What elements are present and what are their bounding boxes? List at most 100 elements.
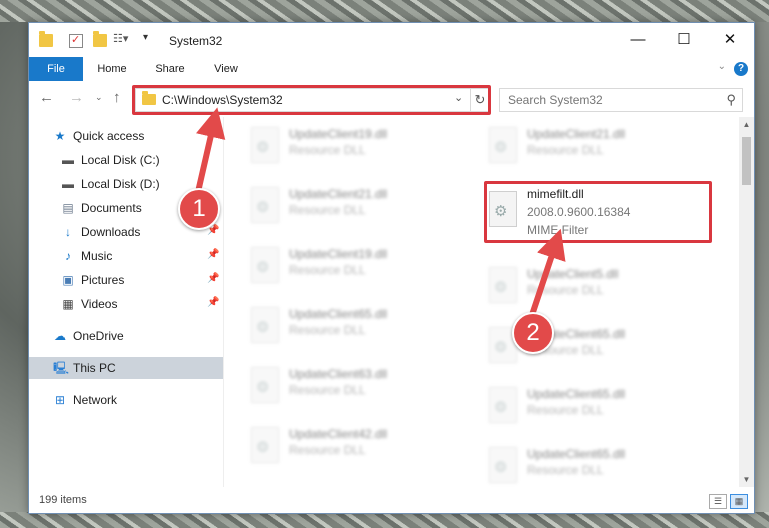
back-arrow-icon[interactable]: ← (39, 89, 54, 106)
tiles-view-icon[interactable]: ▦ (730, 494, 748, 509)
sidebar-item-videos[interactable]: ▦ Videos 📌 (29, 293, 223, 315)
chevron-down-icon[interactable]: ⌄ (454, 91, 463, 104)
sidebar-item-network[interactable]: ⊞ Network (29, 389, 223, 411)
sidebar-item-label: Local Disk (C:) (81, 153, 160, 167)
file-name: UpdateClient21.dll (289, 187, 388, 201)
close-button[interactable]: ✕ (707, 23, 753, 57)
computer-icon: 🖳 (53, 361, 70, 375)
search-input[interactable] (506, 92, 710, 108)
callout-2: 2 (512, 312, 554, 354)
file-name: UpdateClient19.dll (289, 127, 388, 141)
pictures-icon: ▣ (62, 273, 74, 287)
list-item[interactable]: UpdateClient19.dll Resource DLL (243, 123, 473, 171)
chevron-down-icon[interactable]: ▾ (143, 32, 157, 45)
close-icon: ✕ (723, 31, 737, 48)
dll-file-icon (251, 307, 279, 343)
scroll-down-icon[interactable]: ▼ (739, 472, 754, 487)
sidebar-item-label: Documents (81, 201, 142, 215)
star-icon: ★ (54, 129, 66, 143)
sidebar-item-pictures[interactable]: ▣ Pictures 📌 (29, 269, 223, 291)
explorer-window: ☷▾ ▾ System32 — ☐ ✕ File Home Share View… (28, 22, 755, 514)
address-bar[interactable]: C:\Windows\System32 ⌄ ↻ (135, 88, 489, 112)
file-name: UpdateClient5.dll (527, 267, 619, 281)
properties-icon[interactable] (69, 33, 83, 48)
new-folder-icon[interactable] (93, 31, 107, 47)
sidebar-item-label: This PC (73, 361, 116, 375)
file-type: Resource DLL (289, 323, 366, 337)
expand-ribbon-icon[interactable]: ⌄ (718, 61, 726, 72)
list-item[interactable]: UpdateClient65.dll Resource DLL (243, 303, 473, 351)
ribbon: File Home Share View ⌄ ? (29, 57, 754, 82)
details-view-icon[interactable]: ☰ (709, 494, 727, 509)
sidebar-item-onedrive[interactable]: ☁ OneDrive (29, 325, 223, 347)
refresh-icon[interactable]: ↻ (470, 89, 489, 111)
drive-icon: ▬ (62, 153, 74, 167)
pin-icon[interactable]: 📌 (207, 249, 219, 260)
file-type: Resource DLL (527, 143, 604, 157)
sidebar-item-quick-access[interactable]: ★ Quick access (29, 125, 223, 147)
callout-1: 1 (178, 188, 220, 230)
minimize-icon: — (630, 31, 646, 48)
file-type: Resource DLL (289, 263, 366, 277)
tab-file[interactable]: File (29, 57, 83, 81)
file-type: Resource DLL (289, 203, 366, 217)
list-item[interactable]: UpdateClient21.dll Resource DLL (481, 123, 711, 171)
sidebar-item-label: Network (73, 393, 118, 407)
help-icon[interactable]: ? (734, 62, 748, 76)
dll-file-icon (489, 191, 517, 227)
dll-file-icon (489, 127, 517, 163)
list-item[interactable]: UpdateClient65.dll Resource DLL (481, 443, 711, 487)
folder-icon (142, 91, 156, 105)
sidebar-item-local-disk-c[interactable]: ▬ Local Disk (C:) (29, 149, 223, 171)
scroll-up-icon[interactable]: ▲ (739, 117, 754, 132)
list-item[interactable]: UpdateClient5.dll Resource DLL (481, 263, 711, 311)
file-type: Resource DLL (289, 143, 366, 157)
tab-home[interactable]: Home (89, 57, 135, 81)
pin-icon[interactable]: 📌 (207, 297, 219, 308)
sidebar-item-this-pc[interactable]: 🖳 This PC (29, 357, 223, 379)
minimize-button[interactable]: — (615, 23, 661, 57)
pin-icon[interactable]: 📌 (207, 273, 219, 284)
list-item[interactable]: UpdateClient21.dll Resource DLL (243, 183, 473, 231)
search-icon[interactable]: ⚲ (726, 92, 736, 108)
file-version: 2008.0.9600.16384 (527, 205, 631, 219)
dll-file-icon (251, 127, 279, 163)
navigation-bar: ← → ⌄ ↑ C:\Windows\System32 ⌄ ↻ ⚲ (29, 81, 754, 117)
recent-locations-icon[interactable]: ⌄ (95, 92, 103, 103)
sidebar-item-label: Videos (81, 297, 118, 311)
forward-arrow-icon[interactable]: → (69, 89, 84, 106)
highlighted-file[interactable]: mimefilt.dll 2008.0.9600.16384 MIME Filt… (481, 183, 711, 241)
videos-icon: ▦ (62, 297, 74, 311)
tab-share[interactable]: Share (147, 57, 193, 81)
scrollbar-thumb[interactable] (742, 137, 751, 185)
vertical-scrollbar[interactable]: ▲ ▼ (739, 117, 754, 487)
address-path: C:\Windows\System32 (162, 93, 283, 107)
list-item[interactable]: UpdateClient63.dll Resource DLL (243, 363, 473, 411)
sidebar-item-label: Pictures (81, 273, 125, 287)
dll-file-icon (489, 267, 517, 303)
file-list: UpdateClient19.dll Resource DLL UpdateCl… (225, 117, 739, 487)
file-type: Resource DLL (289, 443, 366, 457)
maximize-button[interactable]: ☐ (661, 23, 707, 57)
list-item[interactable]: UpdateClient19.dll Resource DLL (243, 243, 473, 291)
search-box[interactable]: ⚲ (499, 88, 743, 112)
list-item[interactable]: UpdateClient65.dll Resource DLL (481, 383, 711, 431)
sidebar-item-music[interactable]: ♪ Music 📌 (29, 245, 223, 267)
file-name: UpdateClient19.dll (289, 247, 388, 261)
sidebar-item-label: Downloads (81, 225, 141, 239)
file-description: MIME Filter (527, 223, 589, 237)
navigation-pane: ★ Quick access ▬ Local Disk (C:) ▬ Local… (29, 117, 224, 487)
up-arrow-icon[interactable]: ↑ (113, 89, 121, 106)
file-name: UpdateClient21.dll (527, 127, 626, 141)
tab-view[interactable]: View (203, 57, 249, 81)
customize-quick-access-icon[interactable]: ☷▾ (113, 32, 128, 45)
title-bar: ☷▾ ▾ System32 — ☐ ✕ (29, 23, 754, 57)
cloud-icon: ☁ (54, 329, 66, 343)
maximize-icon: ☐ (677, 31, 691, 48)
file-type: Resource DLL (527, 283, 604, 297)
list-item[interactable]: UpdateClient42.dll Resource DLL (243, 423, 473, 471)
dll-file-icon (251, 427, 279, 463)
desktop-background-bottom (0, 512, 769, 528)
documents-icon: ▤ (62, 201, 74, 215)
file-name: UpdateClient63.dll (289, 367, 388, 381)
